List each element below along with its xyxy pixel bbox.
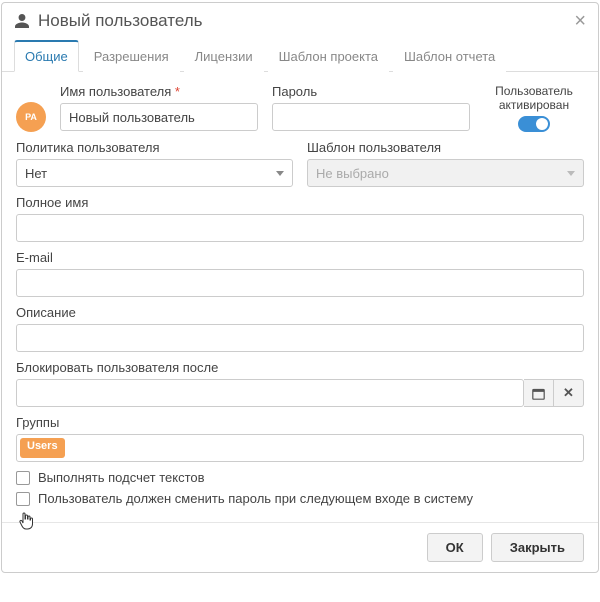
password-label: Пароль <box>272 84 470 99</box>
description-input[interactable] <box>16 324 584 352</box>
group-tag[interactable]: Users <box>20 438 65 458</box>
close-icon[interactable]: × <box>574 11 586 31</box>
caret-down-icon <box>276 171 284 176</box>
template-label: Шаблон пользователя <box>307 140 584 155</box>
must-change-password-label: Пользователь должен сменить пароль при с… <box>38 491 473 506</box>
activated-toggle[interactable] <box>518 116 550 132</box>
template-select: Не выбрано <box>307 159 584 187</box>
tab-report-template[interactable]: Шаблон отчета <box>393 40 506 72</box>
calendar-button[interactable] <box>524 379 554 407</box>
tab-licenses[interactable]: Лицензии <box>184 40 264 72</box>
username-input[interactable] <box>60 103 258 131</box>
dialog-title: Новый пользователь <box>14 11 574 31</box>
user-icon <box>14 13 30 29</box>
lockafter-input[interactable] <box>16 379 524 407</box>
avatar: PA <box>16 102 46 132</box>
calendar-icon <box>532 387 545 400</box>
fullname-input[interactable] <box>16 214 584 242</box>
template-value: Не выбрано <box>316 166 389 181</box>
tabs: Общие Разрешения Лицензии Шаблон проекта… <box>2 39 598 72</box>
tab-project-template[interactable]: Шаблон проекта <box>268 40 389 72</box>
clear-date-button[interactable]: ✕ <box>554 379 584 407</box>
groups-label: Группы <box>16 415 584 430</box>
policy-label: Политика пользователя <box>16 140 293 155</box>
count-texts-label: Выполнять подсчет текстов <box>38 470 205 485</box>
count-texts-checkbox[interactable] <box>16 471 30 485</box>
tab-permissions[interactable]: Разрешения <box>83 40 180 72</box>
email-input[interactable] <box>16 269 584 297</box>
close-button[interactable]: Закрыть <box>491 533 584 562</box>
ok-button[interactable]: ОК <box>427 533 483 562</box>
policy-select[interactable]: Нет <box>16 159 293 187</box>
description-label: Описание <box>16 305 584 320</box>
fullname-label: Полное имя <box>16 195 584 210</box>
groups-input[interactable]: Users <box>16 434 584 462</box>
must-change-password-checkbox[interactable] <box>16 492 30 506</box>
password-input[interactable] <box>272 103 470 131</box>
caret-down-icon <box>567 171 575 176</box>
policy-value: Нет <box>25 166 47 181</box>
username-label: Имя пользователя * <box>60 84 258 99</box>
activated-label: Пользователь активирован <box>484 84 584 112</box>
email-label: E-mail <box>16 250 584 265</box>
lockafter-label: Блокировать пользователя после <box>16 360 584 375</box>
tab-general[interactable]: Общие <box>14 40 79 72</box>
dialog-title-text: Новый пользователь <box>38 11 203 31</box>
